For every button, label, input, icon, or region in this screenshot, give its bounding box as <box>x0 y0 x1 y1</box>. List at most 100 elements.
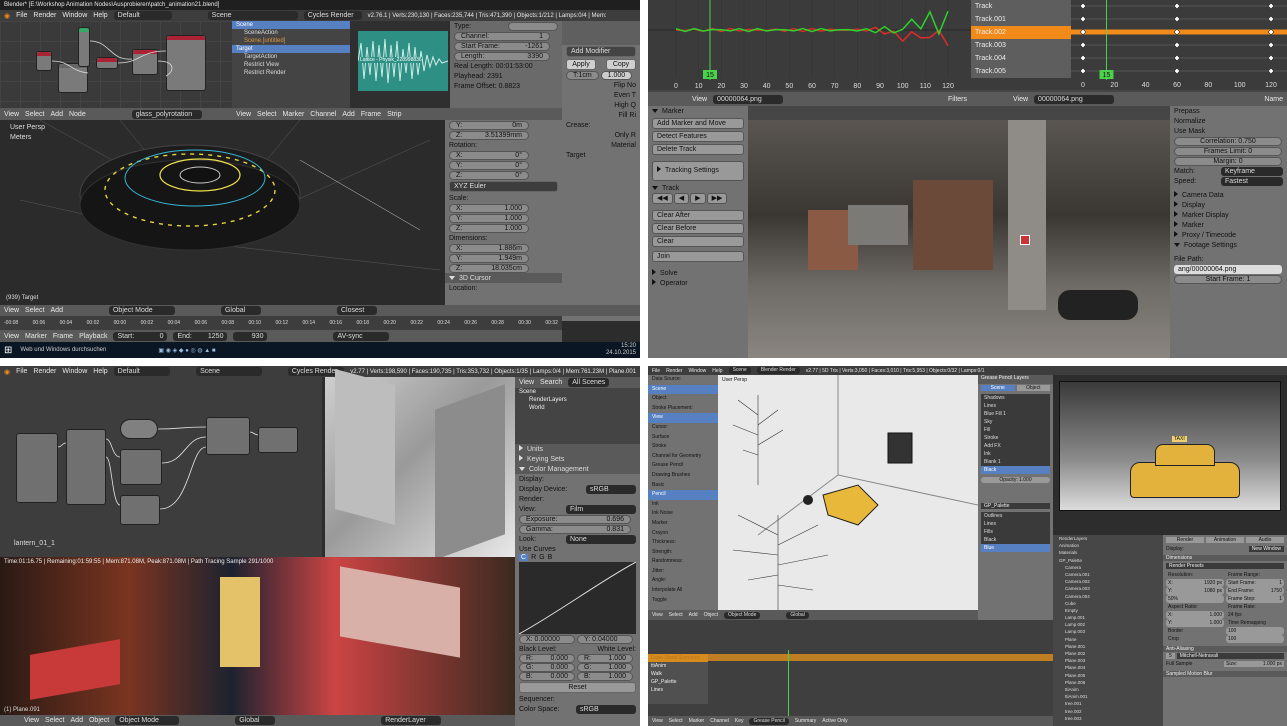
track-fwd-button[interactable]: ▶▶ <box>706 193 728 204</box>
curve-b[interactable]: B <box>548 554 553 561</box>
outliner-item-targetaction[interactable]: TargetAction <box>232 53 350 61</box>
menu-render[interactable]: Render <box>33 12 56 19</box>
q4-left-item[interactable]: Surface <box>648 433 718 443</box>
q4-left-item[interactable]: Angle: <box>648 576 718 586</box>
gp-layer-item[interactable]: Add FX <box>981 442 1050 450</box>
clear-after-button[interactable]: Clear After <box>652 210 744 221</box>
dope-channel-row[interactable]: Walk <box>648 670 708 678</box>
even-thickness[interactable]: Even T <box>562 90 640 100</box>
dimensions-panel[interactable]: Dimensions <box>1163 555 1287 561</box>
q4-outliner-item[interactable]: Lamp.001 <box>1053 614 1163 621</box>
gp-layer-item[interactable]: Sky <box>981 418 1050 426</box>
q4-outliner-item[interactable]: ttiAnim <box>1053 686 1163 693</box>
start-frame-field[interactable]: Start Frame: -1261 <box>454 41 550 51</box>
black-b-field[interactable]: B: 0.000 <box>519 672 575 681</box>
q4-left-item[interactable]: Channel for Geometry <box>648 452 718 462</box>
q4-dope-key[interactable]: Key <box>735 718 744 724</box>
q4-outliner-item[interactable]: Camera.002 <box>1053 578 1163 585</box>
q4-outliner-item[interactable]: Animation <box>1053 542 1163 549</box>
gp-layer-item[interactable]: Fill <box>981 426 1050 434</box>
start-field[interactable]: Start: 0 <box>113 331 168 341</box>
prepass[interactable]: Prepass <box>1170 106 1287 116</box>
q1-sequencer[interactable]: Lattice - Physik_228998836 <box>350 21 450 108</box>
q4-outliner-item[interactable]: GP_Palette <box>1053 557 1163 564</box>
gp-layer-item[interactable]: Lines <box>981 402 1050 410</box>
q4-left-item[interactable]: Thickness: <box>648 538 718 548</box>
clip-select-left[interactable]: 00000064.png <box>713 94 784 104</box>
scene-select[interactable]: Scene <box>207 11 298 20</box>
render-tab[interactable]: Render <box>1166 537 1204 543</box>
filter-size[interactable]: Size: 1.000 px <box>1224 661 1284 667</box>
view-select[interactable]: Film <box>566 504 636 514</box>
speed-select[interactable]: Fastest <box>1221 176 1283 186</box>
props-cell[interactable]: X: 1.000 <box>1166 611 1224 619</box>
channel-field[interactable]: Channel: 1 <box>454 31 550 41</box>
q4-menu-view[interactable]: View <box>652 612 663 618</box>
q4-outliner-item[interactable]: Camera <box>1053 564 1163 571</box>
gp-layer-item[interactable]: Ink <box>981 450 1050 458</box>
clear-button[interactable]: Clear <box>652 236 744 247</box>
q4-outliner-item[interactable]: Plane <box>1053 636 1163 643</box>
q4-menu-render[interactable]: Render <box>666 368 682 374</box>
q3-object-mode-select[interactable]: Object Mode <box>115 716 180 725</box>
menu-file[interactable]: File <box>16 12 27 19</box>
taskbar-search[interactable]: Web und Windows durchsuchen <box>20 347 150 353</box>
gp-layer-item[interactable]: Stroke <box>981 434 1050 442</box>
tracking-settings-button[interactable]: Tracking Settings <box>652 161 744 181</box>
outliner-item-restrict-render[interactable]: Restrict Render <box>232 69 350 77</box>
margin-field[interactable]: Margin: 0 <box>1174 156 1282 166</box>
q1-node-editor[interactable] <box>0 21 232 108</box>
q4-left-item[interactable]: Scene <box>648 384 718 395</box>
node-menu-select[interactable]: Select <box>25 111 44 118</box>
display-device-select[interactable]: sRGB <box>586 484 636 494</box>
clear-before-button[interactable]: Clear Before <box>652 223 744 234</box>
track-list-item[interactable]: Track.002 <box>971 26 1071 39</box>
props-cell[interactable]: Frame Step: 1 <box>1226 595 1284 603</box>
q4-left-item[interactable]: Object <box>648 394 718 404</box>
track-keyframe[interactable] <box>1267 15 1275 23</box>
q4-outliner-item[interactable]: Plane.004 <box>1053 664 1163 671</box>
q4-left-item[interactable]: Stroke Placement: <box>648 404 718 414</box>
dim-x-field[interactable]: X: 1.886m <box>449 243 529 253</box>
q3-menu-file[interactable]: File <box>16 368 27 375</box>
menu-help[interactable]: Help <box>93 12 107 19</box>
q4-outliner-item[interactable]: Plane.002 <box>1053 650 1163 657</box>
q4-dope-view[interactable]: View <box>652 718 663 724</box>
q2-clip-view[interactable] <box>748 120 1170 358</box>
filters-button[interactable]: Filters <box>948 96 967 103</box>
props-cell[interactable]: Frame Rate: <box>1226 603 1284 611</box>
q3-menu-window[interactable]: Window <box>62 368 87 375</box>
q4-dope-select[interactable]: Select <box>669 718 683 724</box>
outliner-item-sceneaction[interactable]: SceneAction <box>232 29 350 37</box>
marker-panel[interactable]: Marker <box>648 106 748 116</box>
q3-outliner-renderlayers[interactable]: RenderLayers <box>515 396 640 404</box>
sort-name[interactable]: Name <box>1264 96 1283 103</box>
use-mask[interactable]: Use Mask <box>1170 126 1287 136</box>
gp-object-tab[interactable]: Object <box>1016 385 1050 391</box>
seq-menu-marker[interactable]: Marker <box>283 111 305 118</box>
q4-left-item[interactable]: Pencil <box>648 490 718 500</box>
track-list-item[interactable]: Track.001 <box>971 13 1071 26</box>
q4-outliner-item[interactable]: Camera.004 <box>1053 593 1163 600</box>
q3-render-view[interactable]: Time:01:16.75 | Remaining:01:59:55 | Mem… <box>0 557 515 715</box>
q4-dope-mode[interactable]: Grease Pencil <box>749 717 789 725</box>
q4-left-item[interactable]: Stroke <box>648 442 718 452</box>
curve-c[interactable]: C <box>519 554 529 561</box>
track-back-one-button[interactable]: ◀ <box>673 193 690 204</box>
q4-outliner-item[interactable]: Plane.003 <box>1053 657 1163 664</box>
aa-samples[interactable]: 5 <box>1166 653 1175 659</box>
q4-left-item[interactable]: Jitter: <box>648 567 718 577</box>
clip-select-right[interactable]: 00000064.png <box>1034 94 1115 104</box>
q4-left-item[interactable]: Cursor <box>648 423 718 433</box>
track-list-item[interactable]: Track <box>971 0 1071 13</box>
timeline-menu-playback[interactable]: Playback <box>79 333 107 340</box>
q4-left-item[interactable]: Ink Noise <box>648 509 718 519</box>
scale-z-field[interactable]: Z: 1.000 <box>449 223 529 233</box>
q3-menu-render[interactable]: Render <box>33 368 56 375</box>
target-field[interactable]: Target <box>562 150 640 160</box>
exposure-field[interactable]: Exposure: 0.696 <box>519 514 631 524</box>
q1-timeline-ruler[interactable]: -00:08 00:06 00:04 00:02 00:00 00:02 00:04 00:0… <box>0 316 562 330</box>
euler-select[interactable]: XYZ Euler <box>449 181 558 192</box>
q2-dopesheet[interactable]: Track Track.001 Track.002 Track.003 Track.00… <box>971 0 1287 90</box>
outliner-item-restrict-view[interactable]: Restrict View <box>232 61 350 69</box>
